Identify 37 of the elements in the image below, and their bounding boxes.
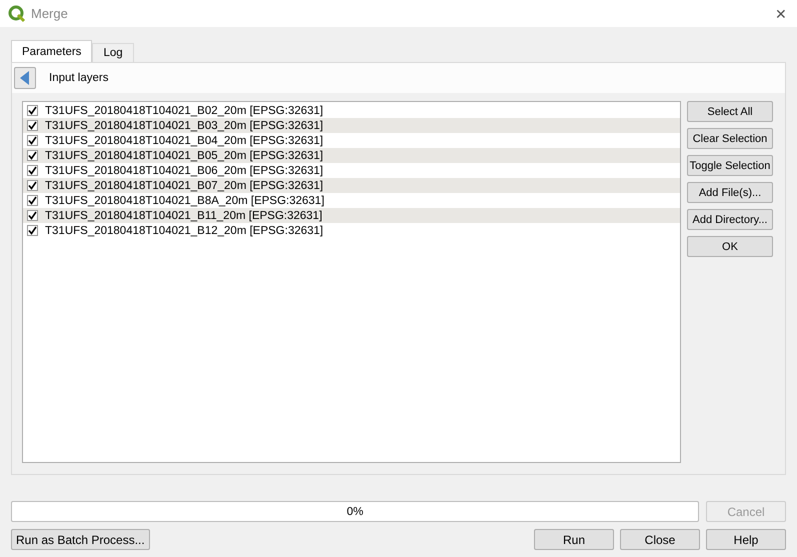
checkbox[interactable] (27, 105, 38, 116)
close-icon[interactable]: ✕ (775, 6, 787, 22)
checkbox[interactable] (27, 135, 38, 146)
side-button[interactable]: Add File(s)... (687, 182, 773, 203)
progress-text: 0% (346, 506, 364, 518)
checkbox[interactable] (27, 195, 38, 206)
layer-name: T31UFS_20180418T104021_B02_20m [EPSG:32631] (45, 104, 324, 116)
dialog-button[interactable]: Run (534, 529, 614, 550)
tab[interactable]: Log (92, 43, 134, 62)
checkbox[interactable] (27, 180, 38, 191)
batch-process-button[interactable]: Run as Batch Process... (11, 529, 150, 550)
dialog-button[interactable]: Help (706, 529, 786, 550)
layer-name: T31UFS_20180418T104021_B07_20m [EPSG:32631] (45, 180, 324, 192)
checkbox[interactable] (27, 165, 38, 176)
side-button[interactable]: Add Directory... (687, 209, 773, 230)
checkbox[interactable] (27, 210, 38, 221)
layer-name: T31UFS_20180418T104021_B03_20m [EPSG:32631] (45, 120, 324, 132)
layer-name: T31UFS_20180418T104021_B06_20m [EPSG:32631] (45, 164, 324, 176)
side-button[interactable]: OK (687, 236, 773, 257)
side-button[interactable]: Select All (687, 101, 773, 122)
layer-name: T31UFS_20180418T104021_B8A_20m [EPSG:32631] (45, 194, 324, 206)
section-title: Input layers (49, 72, 108, 84)
side-button[interactable]: Toggle Selection (687, 155, 773, 176)
app-logo-icon (8, 4, 26, 22)
dialog-button[interactable]: Close (620, 529, 700, 550)
layer-name: T31UFS_20180418T104021_B11_20m [EPSG:32631] (45, 210, 322, 222)
layer-name: T31UFS_20180418T104021_B05_20m [EPSG:32631] (45, 150, 324, 162)
layer-name: T31UFS_20180418T104021_B04_20m [EPSG:32631] (45, 134, 324, 146)
checkbox[interactable] (27, 120, 38, 131)
layer-name: T31UFS_20180418T104021_B12_20m [EPSG:32631] (45, 224, 324, 236)
side-button[interactable]: Clear Selection (687, 128, 773, 149)
back-button[interactable] (14, 67, 36, 89)
window-title: Merge (31, 6, 68, 21)
checkbox[interactable] (27, 150, 38, 161)
triangle-left-icon (20, 71, 30, 85)
checkbox[interactable] (27, 225, 38, 236)
tab[interactable]: Parameters (11, 40, 92, 62)
